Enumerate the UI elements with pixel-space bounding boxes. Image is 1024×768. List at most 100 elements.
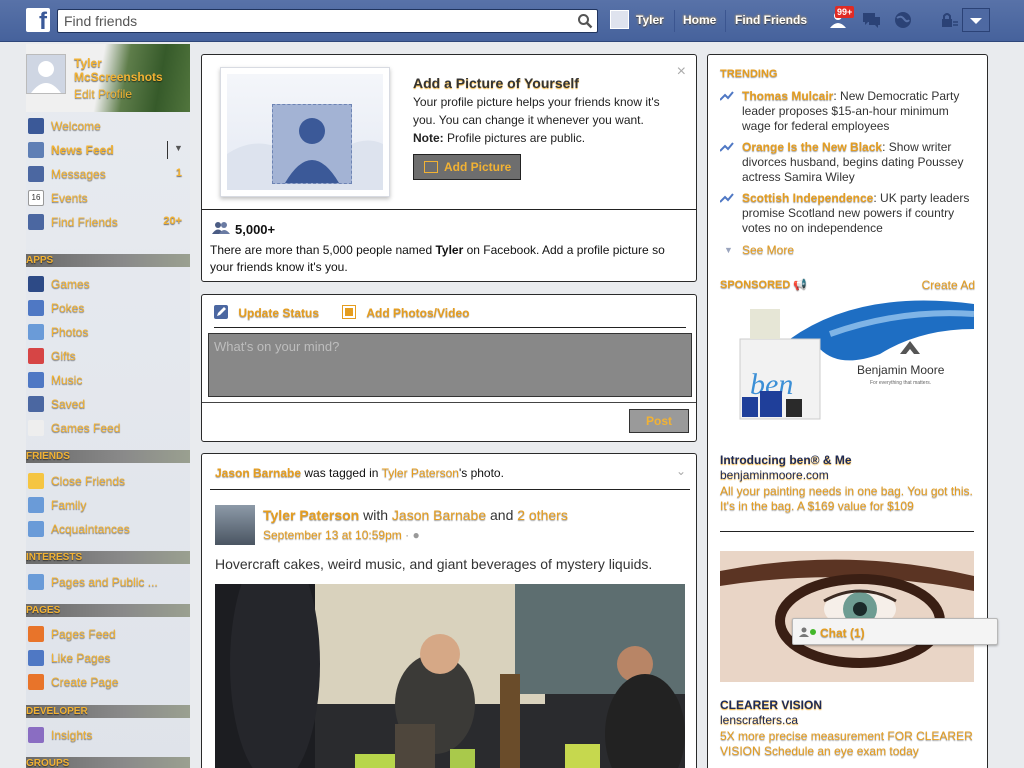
sidebar-item-find-friends[interactable]: Find Friends 20+ <box>26 211 190 233</box>
megaphone-icon <box>28 626 44 642</box>
sidebar-item-family[interactable]: Family <box>26 494 190 516</box>
tagged-person-link[interactable]: Jason Barnabe <box>215 466 301 480</box>
status-input[interactable] <box>208 333 692 397</box>
ad-description[interactable]: All your painting needs in one bag. You … <box>720 484 974 514</box>
nav-home-link[interactable]: Home <box>683 13 716 27</box>
sidebar-item-saved[interactable]: Saved <box>26 393 190 415</box>
others-link[interactable]: 2 others <box>517 507 568 523</box>
chat-label: Chat (1) <box>820 626 865 640</box>
sidebar-item-photos[interactable]: Photos <box>26 321 190 343</box>
create-ad-link[interactable]: Create Ad <box>922 278 975 292</box>
see-more-link[interactable]: See More <box>742 243 794 257</box>
privacy-lock-icon[interactable] <box>938 10 960 30</box>
sidebar-item-pages-and-public[interactable]: Pages and Public ... <box>26 571 190 593</box>
author-name-link[interactable]: Tyler Paterson <box>263 507 359 523</box>
sidebar-item-pages-feed[interactable]: Pages Feed <box>26 623 190 645</box>
tab-add-photos-label: Add Photos/Video <box>366 306 470 320</box>
prompt-title: Add a Picture of Yourself <box>413 75 579 91</box>
sidebar-item-music[interactable]: Music <box>26 369 190 391</box>
post-photo[interactable] <box>215 584 685 768</box>
ad-url[interactable]: benjaminmoore.com <box>720 468 829 482</box>
pencil-icon <box>214 305 228 319</box>
sidebar-item-label: Photos <box>51 325 89 339</box>
news-feed-icon <box>28 142 44 158</box>
silhouette-icon <box>285 118 339 183</box>
chat-bar[interactable]: Chat (1) <box>792 618 998 645</box>
sidebar-item-welcome[interactable]: Welcome <box>26 115 190 137</box>
add-picture-button[interactable]: Add Picture <box>413 154 521 180</box>
ad-image-lenscrafters[interactable] <box>720 551 974 682</box>
post-button[interactable]: Post <box>629 409 689 433</box>
search-icon[interactable] <box>577 13 593 29</box>
profile-name[interactable]: Tyler McScreenshots <box>74 56 190 84</box>
divider <box>720 531 974 532</box>
people-text: There are more than 5,000 people named <box>210 243 436 257</box>
ad-description[interactable]: 5X more precise measurement FOR CLEARER … <box>720 729 974 759</box>
insights-icon <box>28 727 44 743</box>
sidebar-item-insights[interactable]: Insights <box>26 724 190 746</box>
sponsored-title-text: SPONSORED <box>720 279 791 291</box>
add-picture-label: Add Picture <box>444 160 512 174</box>
sidebar-item-count: 1 <box>175 167 182 179</box>
profile-picture[interactable] <box>26 54 66 94</box>
globe-icon[interactable] <box>892 10 914 30</box>
sidebar-item-games[interactable]: Games <box>26 273 190 295</box>
music-icon <box>28 372 44 388</box>
eyeglasses-ad-graphic <box>720 551 974 682</box>
ad-title[interactable]: CLEARER VISION <box>720 698 822 712</box>
post-timestamp[interactable]: September 13 at 10:59pm · ● <box>263 528 420 542</box>
tab-update-status[interactable]: Update Status <box>214 305 319 320</box>
people-name: Tyler <box>435 243 464 257</box>
sidebar-item-label: Gifts <box>51 349 76 363</box>
sidebar-item-label: Welcome <box>51 119 101 133</box>
search-input[interactable] <box>58 10 568 32</box>
sidebar-item-close-friends[interactable]: Close Friends <box>26 470 190 492</box>
nav-find-friends-link[interactable]: Find Friends <box>735 13 807 27</box>
trending-arrow-icon <box>720 91 734 101</box>
messages-icon[interactable] <box>860 10 882 30</box>
messages-icon <box>28 166 44 182</box>
chevron-down-icon[interactable]: ▼ <box>174 143 183 153</box>
chevron-down-icon[interactable]: ⌄ <box>676 464 686 478</box>
sidebar-item-label: Events <box>51 191 88 205</box>
sidebar-item-games-feed[interactable]: Games Feed <box>26 417 190 439</box>
games-icon <box>28 276 44 292</box>
ad-title[interactable]: Introducing ben® & Me <box>720 453 852 467</box>
tab-add-photos[interactable]: Add Photos/Video <box>342 305 469 320</box>
with-person-link[interactable]: Jason Barnabe <box>392 507 486 523</box>
sidebar-section-title: GROUPS <box>26 758 70 768</box>
sidebar-section-title: FRIENDS <box>26 451 70 462</box>
sidebar-item-label: Pages Feed <box>51 627 116 641</box>
ad-brand-text: Benjamin Moore <box>857 363 945 377</box>
sidebar-item-gifts[interactable]: Gifts <box>26 345 190 367</box>
nav-user-link[interactable]: Tyler <box>636 13 664 27</box>
sidebar-item-news-feed[interactable]: News Feed ▼ <box>26 139 190 161</box>
sidebar-item-events[interactable]: 16 Events <box>26 187 190 209</box>
edit-profile-link[interactable]: Edit Profile <box>74 87 132 101</box>
sidebar-profile: Tyler McScreenshots Edit Profile <box>26 44 190 112</box>
sponsored-title: SPONSORED 📢 <box>720 278 807 291</box>
find-friends-icon <box>28 214 44 230</box>
people-icon <box>212 222 230 234</box>
close-icon[interactable]: × <box>677 63 686 81</box>
silhouette-placeholder <box>272 104 352 184</box>
divider <box>214 327 686 328</box>
sidebar-item-messages[interactable]: Messages 1 <box>26 163 190 185</box>
sidebar-item-label: Pages and Public ... <box>51 575 158 589</box>
photo-owner-link[interactable]: Tyler Paterson <box>382 466 459 480</box>
globe-icon: · ● <box>405 528 420 542</box>
author-avatar[interactable] <box>215 505 255 545</box>
post-time-text: September 13 at 10:59pm <box>263 528 402 542</box>
calendar-icon: 16 <box>28 190 44 206</box>
sidebar-item-pokes[interactable]: Pokes <box>26 297 190 319</box>
sidebar-item-label: Games <box>51 277 90 291</box>
sidebar-item-like-pages[interactable]: Like Pages <box>26 647 190 669</box>
ad-url[interactable]: lenscrafters.ca <box>720 713 798 727</box>
sidebar-item-acquaintances[interactable]: Acquaintances <box>26 518 190 540</box>
settings-dropdown-button[interactable] <box>962 8 990 32</box>
user-avatar[interactable] <box>610 10 629 29</box>
benjamin-moore-ad-graphic: ben Benjamin Moore For everything that m… <box>739 300 974 420</box>
facebook-logo[interactable]: f <box>26 8 50 32</box>
sidebar-item-create-page[interactable]: Create Page <box>26 671 190 693</box>
ad-image-benjamin-moore[interactable]: ben Benjamin Moore For everything that m… <box>720 299 974 425</box>
